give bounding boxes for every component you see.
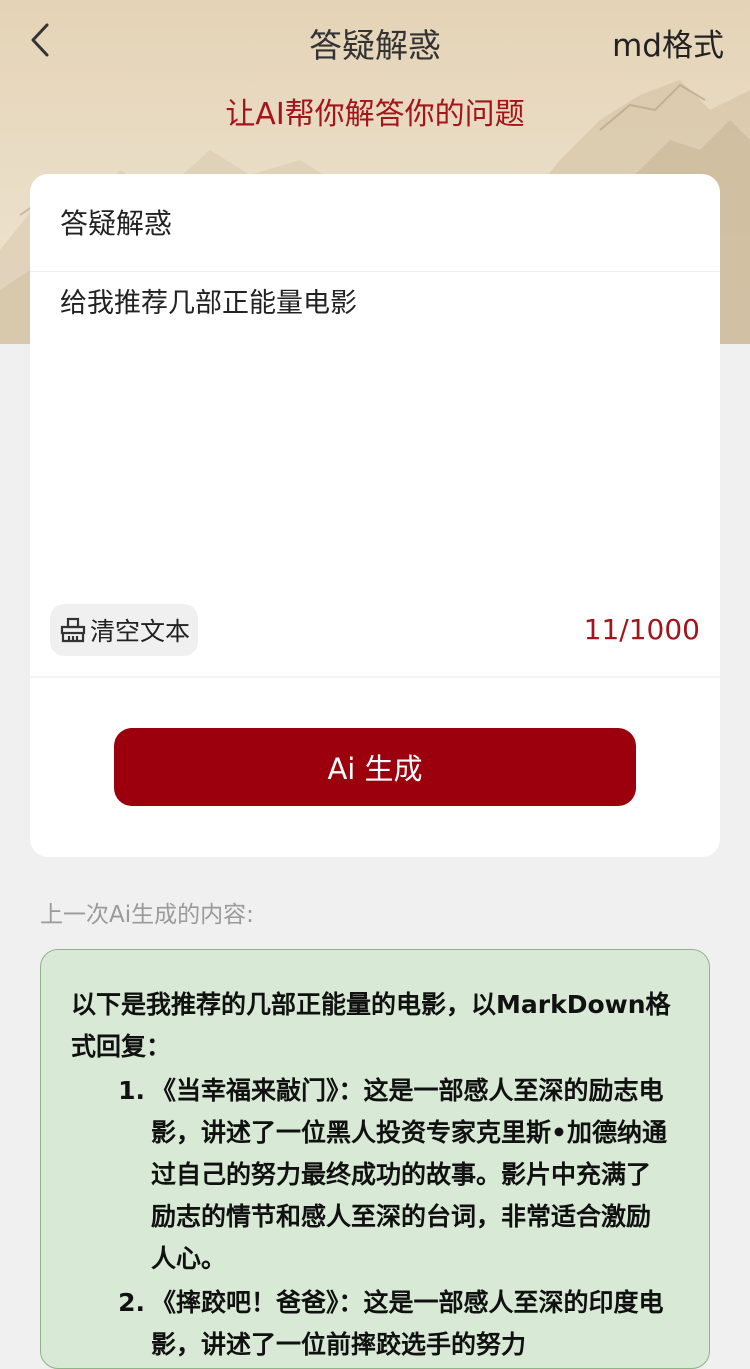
list-item-text: 《摔跤吧！爸爸》：这是一部感人至深的印度电影，讲述了一位前摔跤选手的努力 [151, 1288, 664, 1359]
list-item-text: 《当幸福来敲门》：这是一部感人至深的励志电影，讲述了一位黑人投资专家克里斯•加德… [151, 1076, 667, 1273]
clear-text-label: 清空文本 [90, 617, 191, 646]
question-card: 答疑解惑 给我推荐几部正能量电影 清空文本 11/1000 Ai 生成 [30, 174, 720, 857]
result-intro: 以下是我推荐的几部正能量的电影，以MarkDown格式回复： [71, 990, 671, 1061]
list-item-number: 1. [118, 1076, 145, 1105]
last-result-label: 上一次Ai生成的内容: [40, 902, 254, 928]
clear-text-button[interactable]: 清空文本 [50, 604, 199, 656]
divider [30, 676, 720, 678]
list-item-number: 2. [118, 1288, 145, 1317]
list-item: 2. 《摔跤吧！爸爸》：这是一部感人至深的印度电影，讲述了一位前摔跤选手的努力 [71, 1282, 673, 1366]
ai-generate-button[interactable]: Ai 生成 [114, 728, 636, 806]
card-title: 答疑解惑 [30, 174, 720, 272]
last-result-box: 以下是我推荐的几部正能量的电影，以MarkDown格式回复： 1. 《当幸福来敲… [40, 949, 710, 1369]
broom-icon [60, 617, 86, 643]
char-counter: 11/1000 [583, 613, 700, 646]
page-subtitle: 让AI帮你解答你的问题 [225, 97, 525, 132]
md-format-button[interactable]: md格式 [612, 22, 724, 70]
result-list: 1. 《当幸福来敲门》：这是一部感人至深的励志电影，讲述了一位黑人投资专家克里斯… [71, 1070, 673, 1366]
prompt-textarea[interactable]: 给我推荐几部正能量电影 [60, 284, 690, 584]
list-item: 1. 《当幸福来敲门》：这是一部感人至深的励志电影，讲述了一位黑人投资专家克里斯… [71, 1070, 673, 1280]
